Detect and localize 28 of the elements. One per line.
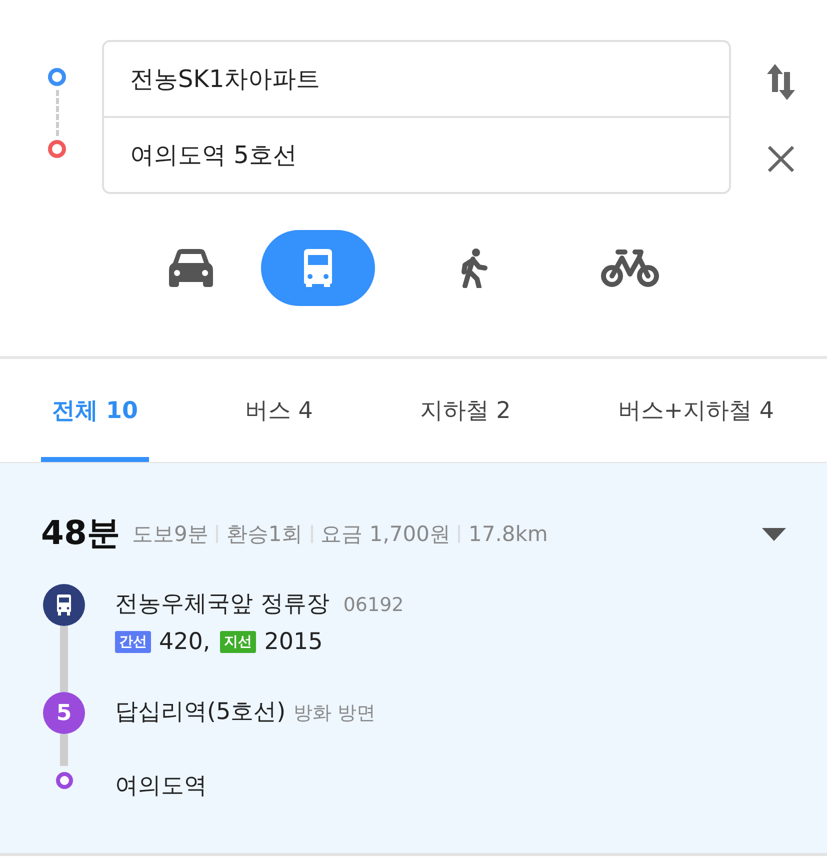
route-detail: 17.8km: [468, 522, 548, 546]
destination-field[interactable]: 여의도역 5호선: [102, 117, 731, 194]
car-icon: [168, 248, 214, 288]
dropdown-icon[interactable]: [761, 526, 787, 542]
tab[interactable]: 버스+지하철 4: [606, 359, 785, 462]
route-detail: 환승1회: [226, 520, 303, 548]
bus-number: 2015: [264, 629, 323, 655]
subway-line-badge: 5: [43, 692, 85, 734]
stop-name: 전농우체국앞 정류장: [115, 590, 330, 619]
close-icon[interactable]: [767, 144, 795, 172]
stop-name: 여의도역: [115, 772, 207, 801]
destination-marker-icon: [48, 140, 66, 158]
stop-code: 06192: [343, 594, 404, 616]
tab[interactable]: 지하철 2: [408, 359, 522, 462]
direction: 방화 방면: [294, 701, 376, 726]
origin-field[interactable]: 전농SK1차아파트: [102, 40, 731, 117]
route-type-tag: 간선: [115, 631, 151, 653]
bicycle-icon: [600, 248, 658, 288]
duration: 48분: [41, 512, 120, 554]
route-type-tag: 지선: [220, 631, 256, 653]
swap-icon[interactable]: [766, 62, 796, 102]
bus-number: 420,: [159, 629, 210, 655]
tab[interactable]: 버스 4: [234, 359, 324, 462]
route-detail: 도보9분: [132, 520, 208, 548]
stop-name: 답십리역(5호선): [115, 698, 286, 727]
dashed-connector: [56, 90, 59, 136]
origin-marker-icon: [48, 68, 66, 86]
route-detail: 요금 1,700원: [320, 520, 450, 548]
